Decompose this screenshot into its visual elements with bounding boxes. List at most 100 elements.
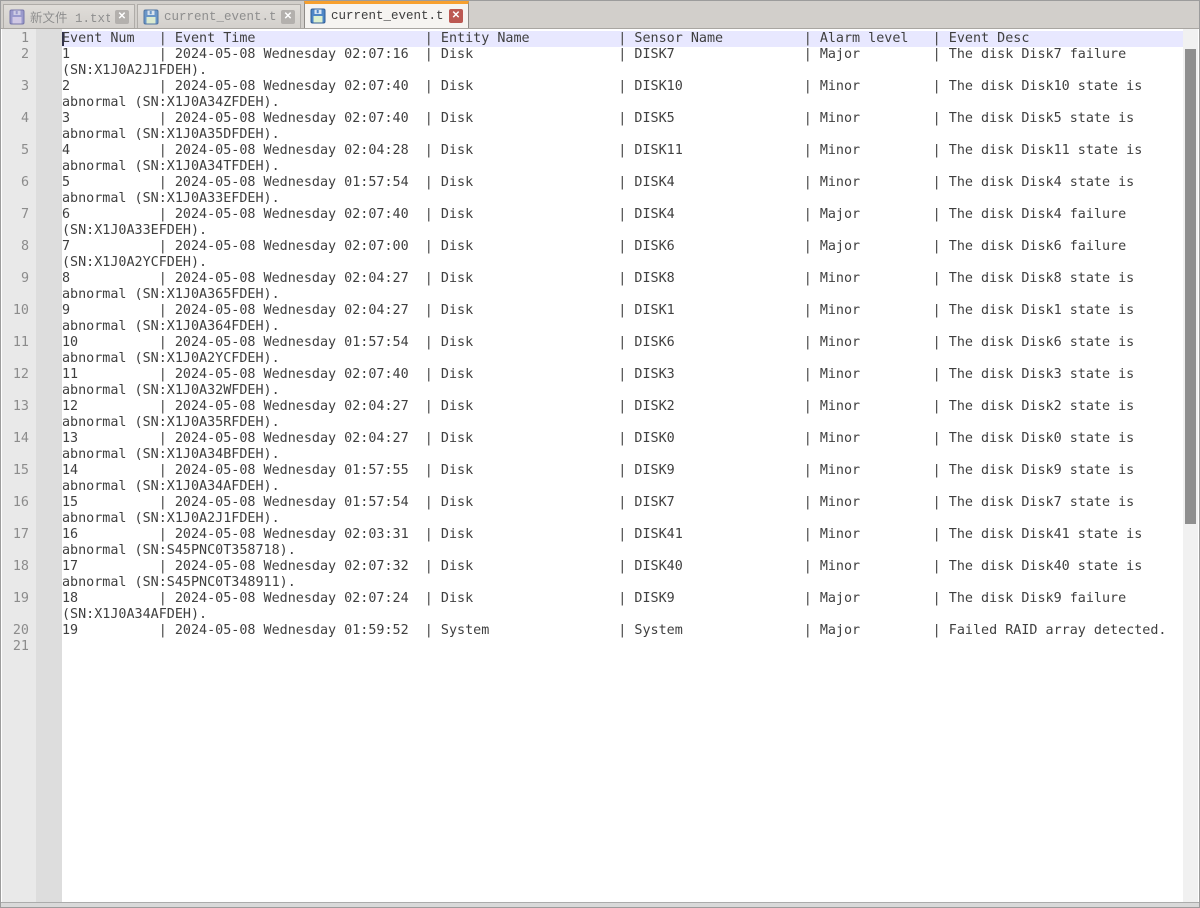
line-body: 8 | 2024-05-08 Wednesday 02:04:27 | Disk… <box>62 271 1183 303</box>
line-body: 11 | 2024-05-08 Wednesday 02:07:40 | Dis… <box>62 367 1183 399</box>
line-body: Event Num | Event Time | Entity Name | S… <box>62 31 1183 47</box>
bookmark-cell <box>36 431 62 447</box>
line-text: 11 | 2024-05-08 Wednesday 02:07:40 | Dis… <box>62 367 1183 399</box>
line-body: 9 | 2024-05-08 Wednesday 02:04:27 | Disk… <box>62 303 1183 335</box>
bookmark-cell <box>36 47 62 63</box>
bookmark-cell <box>36 591 62 607</box>
editor-line: 14 13 | 2024-05-08 Wednesday 02:04:27 | … <box>2 431 1183 463</box>
line-text: 17 | 2024-05-08 Wednesday 02:07:32 | Dis… <box>62 559 1183 591</box>
line-text: 16 | 2024-05-08 Wednesday 02:03:31 | Dis… <box>62 527 1183 559</box>
line-text: 8 | 2024-05-08 Wednesday 02:04:27 | Disk… <box>62 271 1183 303</box>
tab-label: current_event.txt <box>331 9 444 23</box>
bookmark-cell <box>36 175 62 191</box>
editor-line: 11 10 | 2024-05-08 Wednesday 01:57:54 | … <box>2 335 1183 367</box>
line-body: 16 | 2024-05-08 Wednesday 02:03:31 | Dis… <box>62 527 1183 559</box>
tab-label: current_event.txt <box>164 10 276 24</box>
file-tab[interactable]: current_event.txt ✕ <box>304 1 469 28</box>
line-number: 6 <box>2 175 36 191</box>
line-number: 21 <box>2 639 36 655</box>
close-icon[interactable]: ✕ <box>449 9 463 23</box>
bookmark-cell <box>36 527 62 543</box>
bookmark-cell <box>36 207 62 223</box>
line-body: 7 | 2024-05-08 Wednesday 02:07:00 | Disk… <box>62 239 1183 271</box>
line-text: 1 | 2024-05-08 Wednesday 02:07:16 | Disk… <box>62 47 1183 79</box>
line-text: 2 | 2024-05-08 Wednesday 02:07:40 | Disk… <box>62 79 1183 111</box>
editor-line: 2 1 | 2024-05-08 Wednesday 02:07:16 | Di… <box>2 47 1183 79</box>
bookmark-cell <box>36 335 62 351</box>
line-body: 18 | 2024-05-08 Wednesday 02:07:24 | Dis… <box>62 591 1183 623</box>
line-number: 15 <box>2 463 36 479</box>
line-text: 18 | 2024-05-08 Wednesday 02:07:24 | Dis… <box>62 591 1183 623</box>
file-tab[interactable]: current_event.txt ✕ <box>137 4 301 28</box>
bookmark-cell <box>36 143 62 159</box>
editor-line: 6 5 | 2024-05-08 Wednesday 01:57:54 | Di… <box>2 175 1183 207</box>
editor-line: 9 8 | 2024-05-08 Wednesday 02:04:27 | Di… <box>2 271 1183 303</box>
bookmark-cell <box>36 623 62 639</box>
line-body: 17 | 2024-05-08 Wednesday 02:07:32 | Dis… <box>62 559 1183 591</box>
bookmark-cell <box>36 399 62 415</box>
bookmark-cell <box>36 303 62 319</box>
editor-area[interactable]: 1 Event Num | Event Time | Entity Name |… <box>2 29 1183 902</box>
line-body: 6 | 2024-05-08 Wednesday 02:07:40 | Disk… <box>62 207 1183 239</box>
floppy-save-icon <box>9 9 25 25</box>
vertical-scrollbar[interactable] <box>1183 29 1198 902</box>
line-number: 3 <box>2 79 36 95</box>
line-body: 14 | 2024-05-08 Wednesday 01:57:55 | Dis… <box>62 463 1183 495</box>
line-body: 1 | 2024-05-08 Wednesday 02:07:16 | Disk… <box>62 47 1183 79</box>
line-text: 6 | 2024-05-08 Wednesday 02:07:40 | Disk… <box>62 207 1183 239</box>
line-text: 7 | 2024-05-08 Wednesday 02:07:00 | Disk… <box>62 239 1183 271</box>
line-number: 14 <box>2 431 36 447</box>
editor-line: 1 Event Num | Event Time | Entity Name |… <box>2 31 1183 47</box>
bookmark-cell <box>36 463 62 479</box>
editor-line: 4 3 | 2024-05-08 Wednesday 02:07:40 | Di… <box>2 111 1183 143</box>
editor-line: 12 11 | 2024-05-08 Wednesday 02:07:40 | … <box>2 367 1183 399</box>
floppy-save-icon <box>143 9 159 25</box>
line-text: 12 | 2024-05-08 Wednesday 02:04:27 | Dis… <box>62 399 1183 431</box>
line-number: 18 <box>2 559 36 575</box>
scrollbar-thumb[interactable] <box>1185 49 1196 524</box>
line-number: 5 <box>2 143 36 159</box>
close-icon[interactable]: ✕ <box>281 10 295 24</box>
editor-line: 13 12 | 2024-05-08 Wednesday 02:04:27 | … <box>2 399 1183 431</box>
line-text: 3 | 2024-05-08 Wednesday 02:07:40 | Disk… <box>62 111 1183 143</box>
line-number: 9 <box>2 271 36 287</box>
line-number: 2 <box>2 47 36 63</box>
line-body: 15 | 2024-05-08 Wednesday 01:57:54 | Dis… <box>62 495 1183 527</box>
bookmark-cell <box>36 79 62 95</box>
editor-line: 5 4 | 2024-05-08 Wednesday 02:04:28 | Di… <box>2 143 1183 175</box>
bookmark-cell <box>36 639 62 655</box>
editor-lines: 1 Event Num | Event Time | Entity Name |… <box>2 31 1183 655</box>
line-number: 16 <box>2 495 36 511</box>
line-number: 11 <box>2 335 36 351</box>
line-number: 17 <box>2 527 36 543</box>
bookmark-cell <box>36 559 62 575</box>
line-body: 4 | 2024-05-08 Wednesday 02:04:28 | Disk… <box>62 143 1183 175</box>
file-tab[interactable]: 新文件 1.txt ✕ <box>3 4 135 28</box>
bookmark-cell <box>36 367 62 383</box>
bookmark-cell <box>36 31 62 47</box>
bookmark-cell <box>36 111 62 127</box>
line-body <box>62 639 1183 655</box>
line-text: 14 | 2024-05-08 Wednesday 01:57:55 | Dis… <box>62 463 1183 495</box>
line-text: 19 | 2024-05-08 Wednesday 01:59:52 | Sys… <box>62 623 1183 639</box>
line-body: 10 | 2024-05-08 Wednesday 01:57:54 | Dis… <box>62 335 1183 367</box>
tab-label: 新文件 1.txt <box>30 7 110 26</box>
line-body: 19 | 2024-05-08 Wednesday 01:59:52 | Sys… <box>62 623 1183 639</box>
line-number: 20 <box>2 623 36 639</box>
line-number: 13 <box>2 399 36 415</box>
editor-line: 17 16 | 2024-05-08 Wednesday 02:03:31 | … <box>2 527 1183 559</box>
line-body: 5 | 2024-05-08 Wednesday 01:57:54 | Disk… <box>62 175 1183 207</box>
text-caret <box>62 32 64 46</box>
line-text: 5 | 2024-05-08 Wednesday 01:57:54 | Disk… <box>62 175 1183 207</box>
line-text: 13 | 2024-05-08 Wednesday 02:04:27 | Dis… <box>62 431 1183 463</box>
line-body: 3 | 2024-05-08 Wednesday 02:07:40 | Disk… <box>62 111 1183 143</box>
editor-line: 20 19 | 2024-05-08 Wednesday 01:59:52 | … <box>2 623 1183 639</box>
editor-line: 19 18 | 2024-05-08 Wednesday 02:07:24 | … <box>2 591 1183 623</box>
line-text: Event Num | Event Time | Entity Name | S… <box>62 31 1183 47</box>
close-icon[interactable]: ✕ <box>115 10 129 24</box>
line-number: 19 <box>2 591 36 607</box>
editor-line: 8 7 | 2024-05-08 Wednesday 02:07:00 | Di… <box>2 239 1183 271</box>
line-number: 4 <box>2 111 36 127</box>
bookmark-cell <box>36 495 62 511</box>
floppy-save-icon <box>310 8 326 24</box>
